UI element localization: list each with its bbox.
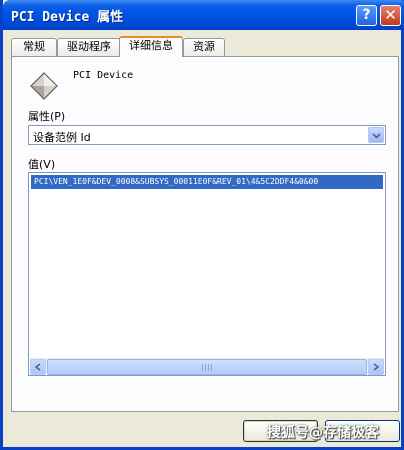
help-button[interactable]: ? <box>356 5 377 26</box>
chevron-left-icon <box>34 363 41 371</box>
grip-icon <box>202 364 212 371</box>
scroll-thumb[interactable] <box>47 359 367 375</box>
watermark-text: 搜狐号@存储极客 <box>267 425 379 441</box>
tab-driver[interactable]: 驱动程序 <box>57 38 121 56</box>
properties-dialog: PCI Device 属性 ? ✕ 常规 驱动程序 详细信息 资源 PCI De… <box>0 0 404 450</box>
close-icon: ✕ <box>384 6 397 24</box>
property-label: 属性(P) <box>28 110 66 123</box>
property-select-value: 设备范例 Id <box>33 131 91 144</box>
title-bar[interactable]: PCI Device 属性 ? ✕ <box>3 0 404 30</box>
tab-details[interactable]: 详细信息 <box>119 36 183 57</box>
device-name: PCI Device <box>73 70 134 81</box>
tab-strip: 常规 驱动程序 详细信息 资源 <box>11 36 399 57</box>
generic-device-icon <box>30 72 58 100</box>
help-icon: ? <box>362 7 371 23</box>
chevron-right-icon <box>373 363 380 371</box>
horizontal-scrollbar[interactable] <box>30 358 384 375</box>
value-label: 值(V) <box>28 158 56 171</box>
chevron-down-icon <box>371 133 381 139</box>
scroll-right-button[interactable] <box>368 359 384 375</box>
tab-resources[interactable]: 资源 <box>183 38 225 56</box>
window-title: PCI Device 属性 <box>11 10 124 25</box>
property-select[interactable]: 设备范例 Id <box>28 125 386 145</box>
list-item[interactable]: PCI\VEN_1E0F&DEV_0008&SUBSYS_00011E0F&RE… <box>31 175 383 189</box>
dropdown-button[interactable] <box>368 127 384 143</box>
tab-general[interactable]: 常规 <box>11 38 57 56</box>
value-listbox[interactable]: PCI\VEN_1E0F&DEV_0008&SUBSYS_00011E0F&RE… <box>28 172 386 376</box>
scroll-left-button[interactable] <box>30 359 46 375</box>
close-button[interactable]: ✕ <box>380 5 401 26</box>
